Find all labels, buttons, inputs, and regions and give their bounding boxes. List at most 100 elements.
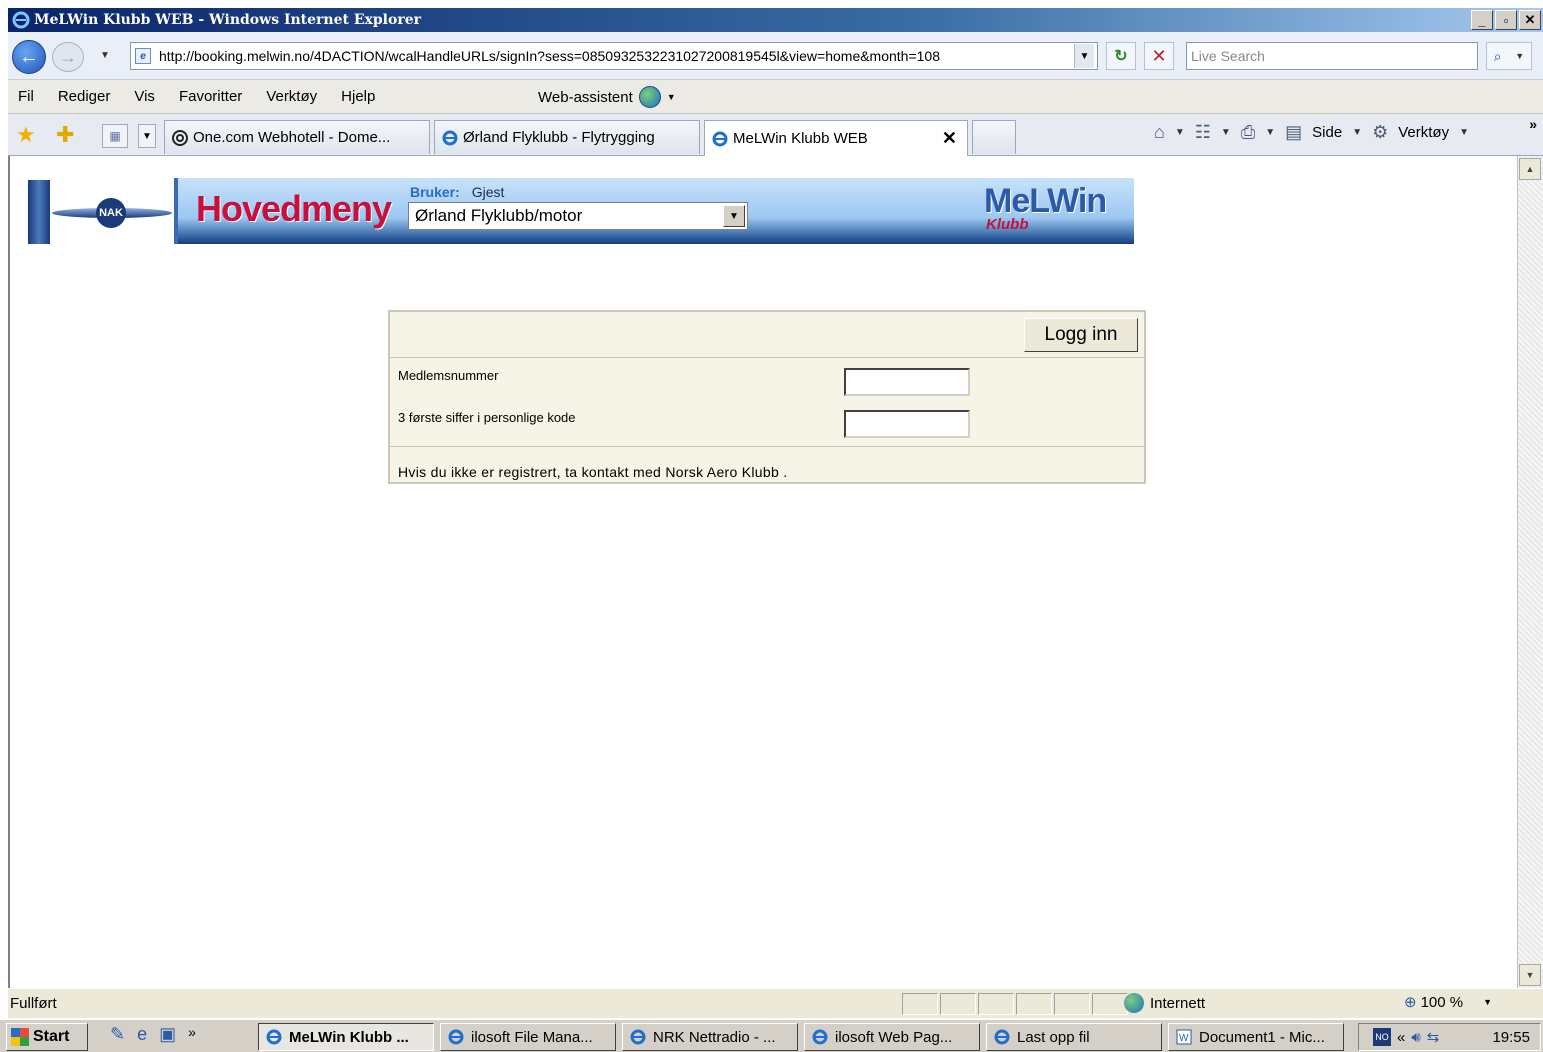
- melwin-logo-sub: Klubb: [986, 216, 1029, 233]
- address-input[interactable]: e http://booking.melwin.no/4DACTION/wcal…: [130, 42, 1098, 70]
- show-desktop-icon[interactable]: ▣: [159, 1024, 176, 1045]
- task-label: Last opp fil: [1017, 1028, 1090, 1046]
- chevron-down-icon: ▼: [142, 130, 152, 142]
- menu-view[interactable]: Vis: [122, 88, 167, 105]
- close-tab-icon[interactable]: ✕: [942, 128, 957, 149]
- menu-edit[interactable]: Rediger: [46, 88, 123, 105]
- ie-icon: [442, 130, 458, 145]
- window-controls: _ ▫ ✕: [1471, 10, 1541, 30]
- registration-note: Hvis du ikke er registrert, ta kontakt m…: [398, 464, 788, 480]
- history-dropdown[interactable]: ▼: [100, 50, 110, 61]
- task-upload[interactable]: Last opp fil: [986, 1023, 1162, 1051]
- maximize-button[interactable]: ▫: [1495, 10, 1517, 30]
- menu-favorites[interactable]: Favoritter: [167, 88, 254, 105]
- member-number-input[interactable]: [844, 368, 970, 396]
- logo-bar: [28, 180, 50, 244]
- chevron-down-icon[interactable]: ▼: [723, 205, 745, 227]
- start-button[interactable]: Start: [6, 1023, 88, 1051]
- feeds-icon[interactable]: ☷: [1195, 122, 1211, 143]
- print-icon[interactable]: ⎙: [1241, 122, 1255, 143]
- chevron-down-icon: ▼: [1483, 997, 1493, 1007]
- banner-main: Hovedmeny Bruker: Gjest Ørland Flyklubb/…: [174, 178, 1134, 244]
- forward-button[interactable]: →: [52, 42, 84, 72]
- search-button[interactable]: ⌕ ▼: [1486, 42, 1532, 70]
- new-tab-button[interactable]: [972, 120, 1016, 154]
- search-input[interactable]: Live Search: [1186, 42, 1478, 70]
- chevron-down-icon[interactable]: ▼: [1352, 127, 1362, 138]
- security-zone[interactable]: Internett: [1124, 993, 1205, 1013]
- tab-orland[interactable]: Ørland Flyklubb - Flytrygging: [434, 120, 700, 154]
- ie-icon: [12, 11, 30, 29]
- window-titlebar[interactable]: MeLWin Klubb WEB - Windows Internet Expl…: [8, 8, 1543, 32]
- ie-icon: [448, 1029, 464, 1045]
- home-icon[interactable]: ⌂: [1154, 122, 1165, 143]
- club-select[interactable]: Ørland Flyklubb/motor ▼: [408, 202, 748, 230]
- task-filemanager[interactable]: ilosoft File Mana...: [440, 1023, 616, 1051]
- ie-quick-launch-icon[interactable]: e: [137, 1024, 147, 1045]
- chevron-down-icon[interactable]: ▼: [1265, 127, 1275, 138]
- favorites-star-icon[interactable]: ★: [16, 122, 36, 148]
- task-melwin[interactable]: MeLWin Klubb ...: [258, 1023, 434, 1051]
- quick-launch: ✎ e ▣ »: [110, 1024, 196, 1045]
- status-panel: [902, 993, 938, 1015]
- ie-icon: [266, 1029, 282, 1045]
- ie-icon: [712, 131, 728, 146]
- menu-file[interactable]: Fil: [8, 88, 46, 105]
- refresh-button[interactable]: ↻: [1106, 42, 1136, 70]
- system-tray: NO « 🔊︎ ⇆ 19:55: [1358, 1023, 1541, 1051]
- status-panels: [902, 993, 1130, 1015]
- tab-onecom[interactable]: One.com Webhotell - Dome...: [164, 120, 430, 154]
- tools-menu[interactable]: Verktøy: [1398, 124, 1449, 141]
- status-panel: [978, 993, 1014, 1015]
- quick-tabs-button[interactable]: ▦: [102, 124, 128, 148]
- chevron-down-icon[interactable]: ▼: [1221, 127, 1231, 138]
- tab-melwin[interactable]: MeLWin Klubb WEB ✕: [704, 120, 968, 156]
- ie-icon: [812, 1029, 828, 1045]
- web-assistant-label: Web-assistent: [538, 88, 633, 106]
- more-chevron-icon[interactable]: »: [1529, 116, 1537, 132]
- scroll-down-button[interactable]: ▼: [1519, 964, 1541, 986]
- address-dropdown[interactable]: ▼: [1074, 44, 1094, 68]
- chevron-down-icon[interactable]: ▼: [1459, 127, 1469, 138]
- tab-list-dropdown[interactable]: ▼: [138, 124, 156, 148]
- chevron-down-icon[interactable]: ▼: [1175, 127, 1185, 138]
- menu-help[interactable]: Hjelp: [329, 88, 387, 105]
- minimize-button[interactable]: _: [1471, 10, 1493, 30]
- stop-icon: ✕: [1151, 45, 1167, 66]
- back-button[interactable]: ←: [12, 40, 46, 74]
- globe-icon: [1124, 993, 1144, 1013]
- web-assistant-button[interactable]: Web-assistent ▼: [538, 86, 676, 108]
- status-panel: [1016, 993, 1052, 1015]
- header-banner: NAK Hovedmeny Bruker: Gjest Ørland Flykl…: [28, 178, 1134, 244]
- task-label: ilosoft File Mana...: [471, 1028, 593, 1046]
- personal-code-input[interactable]: [844, 410, 970, 438]
- scroll-up-button[interactable]: ▲: [1519, 158, 1541, 180]
- more-chevron-icon[interactable]: »: [188, 1024, 196, 1045]
- task-label: ilosoft Web Pag...: [835, 1028, 953, 1046]
- expand-tray-icon[interactable]: «: [1397, 1029, 1405, 1046]
- vertical-scrollbar[interactable]: ▲ ▼: [1517, 156, 1543, 988]
- globe-icon: [638, 86, 661, 108]
- user-info: Bruker: Gjest: [410, 184, 504, 200]
- task-webpage[interactable]: ilosoft Web Pag...: [804, 1023, 980, 1051]
- page-menu-icon: ▤: [1285, 122, 1303, 142]
- menu-tools[interactable]: Verktøy: [254, 88, 329, 105]
- page-menu[interactable]: Side: [1312, 124, 1342, 141]
- language-icon[interactable]: NO: [1373, 1028, 1391, 1046]
- network-icon[interactable]: ⇆: [1427, 1028, 1440, 1046]
- chevron-up-icon: ▲: [1525, 164, 1535, 174]
- login-button[interactable]: Logg inn: [1024, 318, 1138, 352]
- volume-icon[interactable]: 🔊︎: [1411, 1029, 1420, 1046]
- task-word[interactable]: W Document1 - Mic...: [1168, 1023, 1344, 1051]
- close-button[interactable]: ✕: [1519, 10, 1541, 30]
- address-toolbar: ← → ▼ e http://booking.melwin.no/4DACTIO…: [8, 32, 1543, 80]
- quick-launch-app-icon[interactable]: ✎: [110, 1024, 125, 1045]
- status-panel: [1092, 993, 1128, 1015]
- task-nrk[interactable]: NRK Nettradio - ...: [622, 1023, 798, 1051]
- zoom-control[interactable]: ⊕ 100 % ▼: [1404, 993, 1493, 1012]
- status-bar: Fullført Internett ⊕ 100 % ▼: [8, 988, 1543, 1018]
- add-favorite-icon[interactable]: ✚: [56, 122, 74, 148]
- stop-button[interactable]: ✕: [1144, 42, 1174, 70]
- url-text: http://booking.melwin.no/4DACTION/wcalHa…: [159, 48, 941, 64]
- ie-icon: [994, 1029, 1010, 1045]
